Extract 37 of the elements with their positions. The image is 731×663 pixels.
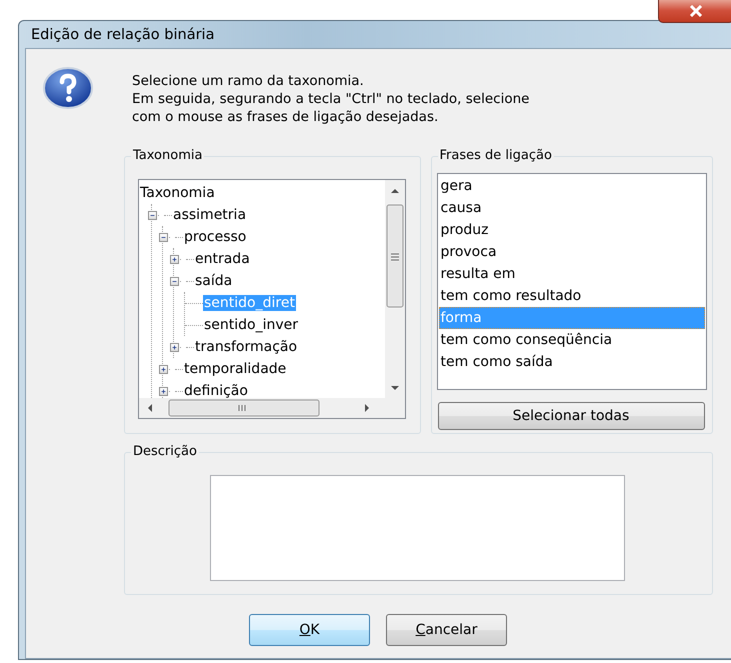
tree-item[interactable]: temporalidade [183, 361, 288, 377]
close-button[interactable] [658, 0, 731, 23]
list-item[interactable]: provoca [438, 241, 705, 263]
tree-item[interactable]: assimetria [172, 207, 248, 223]
question-icon [42, 67, 94, 109]
cancel-button[interactable]: Cancelar [386, 614, 507, 646]
expand-icon[interactable] [159, 386, 168, 396]
tree-item[interactable]: transformação [194, 339, 298, 355]
instruction-text: com o mouse as frases de ligação desejadas. [132, 108, 440, 126]
tree-item[interactable]: saída [194, 273, 234, 289]
group-title: Descrição [131, 444, 199, 459]
expand-icon[interactable] [159, 364, 168, 374]
list-item[interactable]: gera [438, 175, 705, 197]
tree-item[interactable]: definição [183, 383, 249, 398]
expand-icon[interactable] [170, 342, 179, 352]
tree-item[interactable]: sentido_inver [203, 317, 300, 333]
list-item[interactable]: resulta em [438, 263, 705, 285]
ok-button[interactable]: OK [249, 614, 370, 646]
instruction-text: Selecione um ramo da taxonomia. [132, 72, 365, 90]
description-field[interactable] [210, 475, 625, 581]
select-all-button[interactable]: Selecionar todas [438, 402, 704, 430]
tree-item[interactable]: entrada [194, 251, 251, 267]
tree-item[interactable]: processo [183, 229, 248, 245]
list-item[interactable]: produz [438, 219, 705, 241]
collapse-icon[interactable] [170, 276, 179, 286]
close-icon [687, 4, 705, 16]
expand-icon[interactable] [170, 254, 179, 264]
collapse-icon[interactable] [148, 210, 157, 220]
list-item[interactable]: tem como conseqüência [438, 329, 705, 351]
list-item[interactable]: causa [438, 197, 705, 219]
tree-item[interactable]: Taxonomia [139, 185, 216, 201]
collapse-icon[interactable] [159, 232, 168, 242]
list-item[interactable]: tem como saída [438, 351, 705, 373]
list-item[interactable]: tem como resultado [438, 285, 705, 307]
window-title: Edição de relação binária [31, 26, 214, 42]
group-title: Frases de ligação [438, 148, 554, 163]
instruction-text: Em seguida, segurando a tecla "Ctrl" no teclado, selecione [132, 90, 530, 108]
